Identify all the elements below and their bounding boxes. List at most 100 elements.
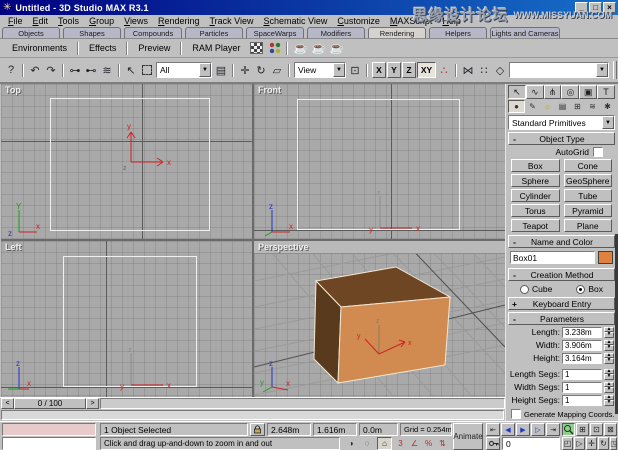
menu-rendering[interactable]: Rendering [153, 16, 205, 26]
plane-button[interactable]: Plane [563, 219, 612, 232]
viewport-top-label[interactable]: Top [5, 85, 21, 95]
preview-button[interactable]: Preview [131, 43, 177, 53]
restrict-xy-plane-button[interactable]: XY [417, 62, 436, 78]
pyramid-button[interactable]: Pyramid [563, 204, 612, 217]
length-field[interactable]: 3.238m [562, 326, 602, 338]
hierarchy-tab[interactable]: ⋔ [543, 85, 562, 99]
shapes-category-button[interactable]: ✎ [525, 100, 540, 113]
play-button[interactable]: ▶ [516, 423, 530, 436]
select-object-button[interactable]: ↖ [123, 61, 139, 79]
tab-rendering[interactable]: Rendering [368, 27, 426, 38]
menu-maxscript[interactable]: MAXScript [385, 16, 438, 26]
select-by-name-button[interactable]: ▤ [213, 61, 229, 79]
teapot-button[interactable]: Teapot [511, 219, 560, 232]
name-color-rollout[interactable]: - Name and Color [508, 235, 615, 248]
zoom-button[interactable] [562, 423, 575, 436]
key-mode-button[interactable] [486, 437, 500, 450]
display-tab[interactable]: ▣ [579, 85, 598, 99]
helpers-category-button[interactable]: ⊞ [570, 100, 585, 113]
tab-particles[interactable]: Particles [185, 27, 243, 38]
pan-button[interactable]: ✛ [586, 437, 597, 450]
viewport-perspective[interactable]: z x y Perspective z y x [254, 241, 505, 397]
snap-3d-button[interactable]: 3 [394, 437, 407, 450]
material-browser-button[interactable] [266, 41, 282, 56]
menu-help[interactable]: Help [437, 16, 466, 26]
parameters-rollout[interactable]: - Parameters [508, 312, 615, 325]
lights-category-button[interactable]: ☼ [540, 100, 555, 113]
go-to-start-button[interactable]: ⇤ [486, 423, 500, 436]
selection-region-button[interactable] [139, 61, 155, 79]
menu-track-view[interactable]: Track View [204, 16, 258, 26]
ram-player-button[interactable]: RAM Player [185, 43, 247, 53]
menu-group[interactable]: Group [84, 16, 119, 26]
tab-shapes[interactable]: Shapes [63, 27, 121, 38]
menu-file[interactable]: File [3, 16, 28, 26]
render-last-button[interactable]: ☕ [328, 41, 344, 56]
zoom-extents-all-button[interactable]: ⊠ [604, 423, 617, 436]
close-button[interactable]: × [603, 2, 616, 13]
field-of-view-button[interactable]: ▷ [574, 437, 585, 450]
maximize-button[interactable]: □ [589, 2, 602, 13]
viewport-front-label[interactable]: Front [258, 85, 281, 95]
keyboard-entry-rollout[interactable]: + Keyboard Entry [508, 297, 615, 310]
coord-x-field[interactable]: 2.648m [267, 423, 311, 436]
systems-category-button[interactable]: ✱ [600, 100, 615, 113]
height-segs-field[interactable]: 1 [562, 394, 602, 406]
autogrid-checkbox[interactable] [593, 147, 603, 157]
track-bar[interactable] [1, 410, 504, 420]
time-slider-track[interactable] [100, 398, 505, 409]
width-spinner[interactable]: ▲ ▼ [604, 339, 614, 351]
width-segs-field[interactable]: 1 [562, 381, 602, 393]
mirror-button[interactable]: ⋈ [460, 61, 476, 79]
width-field[interactable]: 3.906m [562, 339, 602, 351]
minimize-button[interactable]: _ [575, 2, 588, 13]
crossing-selection-toggle-button[interactable]: ◌ [360, 437, 374, 450]
undo-button[interactable]: ↶ [27, 61, 43, 79]
length-segs-field[interactable]: 1 [562, 368, 602, 380]
restrict-y-button[interactable]: Y [387, 62, 401, 78]
menu-edit[interactable]: Edit [28, 16, 54, 26]
select-and-scale-button[interactable]: ▱ [269, 61, 285, 79]
previous-frame-button[interactable]: ◀ [501, 423, 515, 436]
cameras-category-button[interactable]: ▤ [555, 100, 570, 113]
spacewarps-category-button[interactable]: ≋ [585, 100, 600, 113]
tab-compounds[interactable]: Compounds [124, 27, 182, 38]
angle-snap-button[interactable]: ∠ [408, 437, 421, 450]
named-selections-dropdown[interactable]: ▼ [509, 62, 609, 78]
degradation-override-button[interactable]: ◑ [344, 437, 358, 450]
bind-to-spacewarp-button[interactable]: ≋ [99, 61, 115, 79]
environments-button[interactable]: Environments [5, 43, 74, 53]
height-spinner[interactable]: ▲ ▼ [604, 352, 614, 364]
coord-y-field[interactable]: 1.616m [313, 423, 357, 436]
effects-button[interactable]: Effects [82, 43, 123, 53]
coord-z-field[interactable]: 0.0m [359, 423, 398, 436]
viewport-front[interactable]: Front z x y z x [254, 84, 505, 239]
select-and-move-button[interactable]: ✛ [237, 61, 253, 79]
dropdown-arrow-icon[interactable]: ▼ [333, 63, 345, 77]
menu-tools[interactable]: Tools [53, 16, 84, 26]
spinner-snap-button[interactable]: ⇅ [436, 437, 449, 450]
toolbar-grip[interactable] [613, 61, 617, 79]
modify-tab[interactable]: ∿ [525, 85, 544, 99]
dropdown-arrow-icon[interactable]: ▼ [199, 63, 211, 77]
tab-modifiers[interactable]: Modifiers [307, 27, 365, 38]
geosphere-button[interactable]: GeoSphere [563, 174, 612, 187]
minmax-toggle-button[interactable]: ◳ [610, 437, 617, 450]
box-radio[interactable]: Box [576, 284, 603, 294]
length-segs-spinner[interactable]: ▲ ▼ [604, 368, 614, 380]
menu-customize[interactable]: Customize [332, 16, 385, 26]
material-editor-button[interactable] [248, 41, 264, 56]
zoom-all-button[interactable]: ⊞ [576, 423, 589, 436]
zoom-extents-button[interactable]: ⊡ [590, 423, 603, 436]
object-type-rollout[interactable]: - Object Type [508, 132, 615, 145]
select-and-rotate-button[interactable]: ↻ [253, 61, 269, 79]
cube-radio[interactable]: Cube [520, 284, 552, 294]
tab-objects[interactable]: Objects [2, 27, 60, 38]
render-scene-button[interactable]: ☕ [292, 41, 308, 56]
height-segs-spinner[interactable]: ▲ ▼ [604, 394, 614, 406]
dropdown-arrow-icon[interactable]: ▼ [596, 63, 608, 77]
selection-filter-dropdown[interactable]: All ▼ [156, 62, 212, 78]
next-frame-button[interactable]: ▷ [531, 423, 545, 436]
context-help-button[interactable]: ? [3, 61, 19, 79]
menu-views[interactable]: Views [119, 16, 153, 26]
